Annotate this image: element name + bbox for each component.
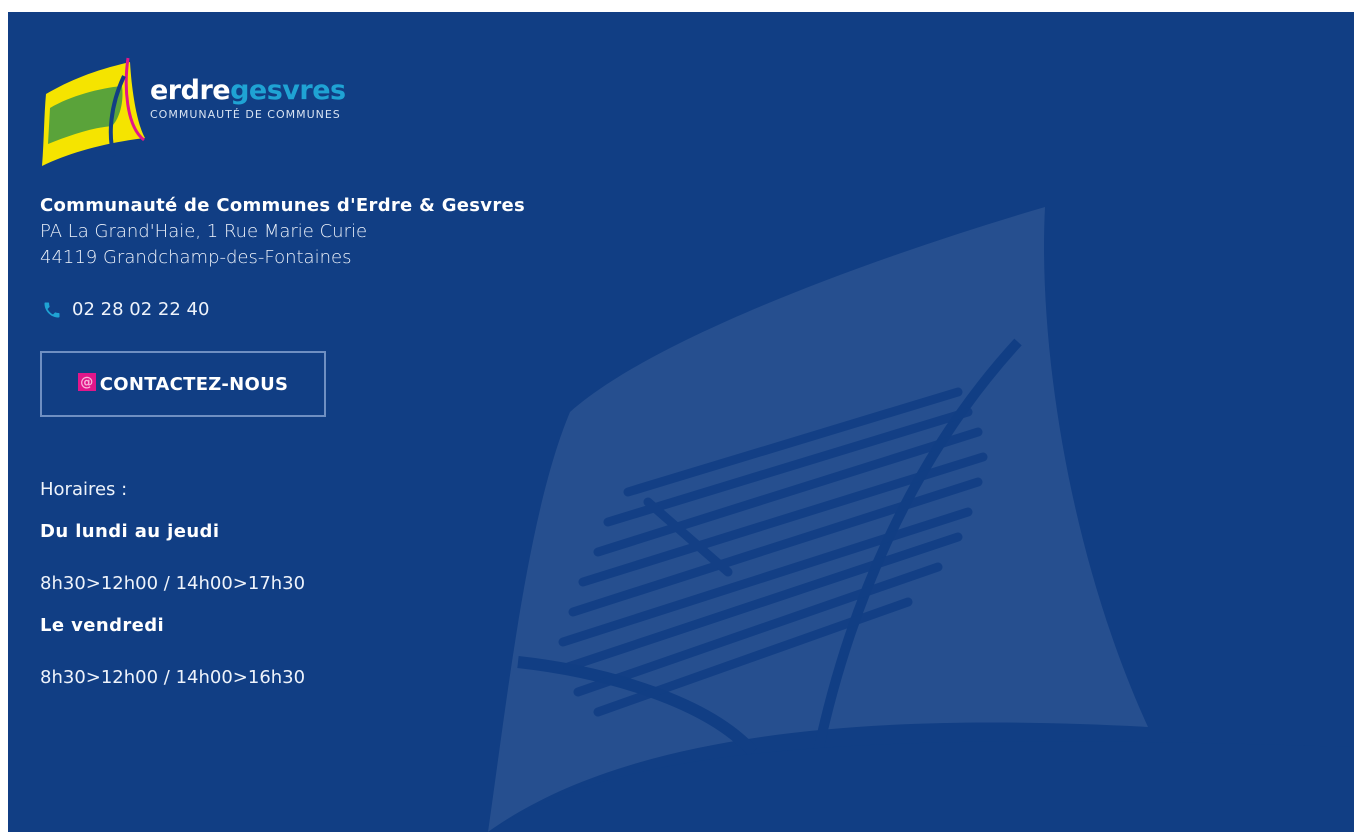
- address-line-1: PA La Grand'Haie, 1 Rue Marie Curie: [40, 221, 368, 242]
- phone-icon: [44, 302, 60, 317]
- hours-time-2: 8h30>12h00 / 14h00>16h30: [40, 667, 306, 688]
- logo-name: erdregesvres: [150, 75, 346, 106]
- address-line-2: 44119 Grandchamp-des-Fontaines: [40, 247, 352, 268]
- at-sign-icon: @: [77, 373, 96, 391]
- contact-button-label: CONTACTEZ-NOUS: [99, 373, 289, 395]
- logo-emblem: [42, 57, 146, 166]
- hours-day-2: Le vendredi: [40, 615, 165, 636]
- erdre-gesvres-logo[interactable]: erdregesvres COMMUNAUTÉ DE COMMUNES: [40, 56, 370, 168]
- phone-link[interactable]: 02 28 02 22 40: [42, 299, 209, 320]
- logo-text: erdregesvres COMMUNAUTÉ DE COMMUNES: [150, 75, 346, 122]
- hours-day-1: Du lundi au jeudi: [40, 521, 220, 542]
- hours-time-1: 8h30>12h00 / 14h00>17h30: [40, 573, 306, 594]
- contact-button[interactable]: @ CONTACTEZ-NOUS: [40, 351, 326, 417]
- organization-name: Communauté de Communes d'Erdre & Gesvres: [40, 195, 526, 216]
- site-footer: erdregesvres COMMUNAUTÉ DE COMMUNES Comm…: [8, 12, 1354, 832]
- phone-number: 02 28 02 22 40: [72, 299, 210, 320]
- logo-subtitle: COMMUNAUTÉ DE COMMUNES: [150, 108, 341, 121]
- hours-title: Horaires :: [40, 479, 128, 500]
